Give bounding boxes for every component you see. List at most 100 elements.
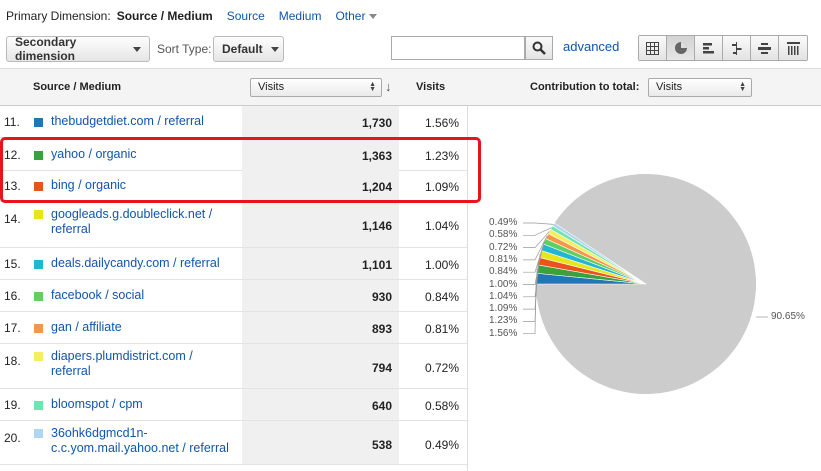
source-medium-link[interactable]: gan / affiliate (51, 320, 241, 335)
table-row: 17. gan / affiliate 893 0.81% (0, 312, 467, 344)
search-input[interactable] (391, 36, 525, 60)
metric-select-value: Visits (258, 81, 285, 93)
secondary-dimension-button[interactable]: Secondary dimension (6, 35, 150, 63)
source-medium-line2: referral (51, 364, 91, 378)
sort-type-label: Sort Type: (157, 42, 212, 56)
primary-dimension-selected: Source / Medium (116, 9, 213, 23)
view-toggle-group (638, 35, 808, 61)
source-medium-link[interactable]: googleads.g.doubleclick.net / referral (51, 207, 241, 237)
pie-slice-label: 0.58% (489, 229, 518, 241)
table-view-button[interactable] (639, 36, 667, 60)
legend-swatch (34, 210, 43, 219)
table-row: 14. googleads.g.doubleclick.net / referr… (0, 202, 467, 248)
sort-descending-icon[interactable]: ↓ (385, 79, 392, 94)
primary-dimension-source-link[interactable]: Source (227, 9, 265, 23)
pivot-view-button[interactable] (779, 36, 807, 60)
search-button[interactable] (525, 36, 553, 60)
source-medium-link[interactable]: 36ohk6dgmcd1n- c.c.yom.mail.yahoo.net / … (51, 426, 241, 456)
primary-dimension-medium-link[interactable]: Medium (279, 9, 322, 23)
other-label: Other (335, 9, 366, 23)
visits-value: 1,730 (361, 116, 392, 130)
row-number: 20. (4, 431, 21, 445)
comparison-icon (732, 41, 742, 55)
highlight-annotation (0, 137, 481, 203)
contribution-select[interactable]: Visits ▲ ▼ (648, 78, 752, 97)
source-medium-link[interactable]: bloomspot / cpm (51, 397, 241, 412)
table-row: 18. diapers.plumdistrict.com / referral … (0, 344, 467, 389)
pie-slice-label: 0.72% (489, 241, 518, 253)
source-medium-line1: diapers.plumdistrict.com / (51, 349, 193, 363)
table-row: 16. facebook / social 930 0.84% (0, 280, 467, 312)
table-row: 15. deals.dailycandy.com / referral 1,10… (0, 248, 467, 280)
pie-slice-label: 1.09% (489, 303, 518, 315)
visits-value: 893 (371, 322, 392, 336)
visits-percent: 1.56% (424, 116, 459, 130)
row-number: 16. (4, 289, 21, 303)
visits-value: 1,101 (361, 258, 392, 272)
visits-value: 538 (371, 438, 392, 452)
legend-swatch (34, 324, 43, 333)
legend-swatch (34, 352, 43, 361)
table-row: 20. 36ohk6dgmcd1n- c.c.yom.mail.yahoo.ne… (0, 421, 467, 465)
legend-swatch (34, 401, 43, 410)
pie-slice-label: 0.49% (489, 217, 518, 228)
pie-leader-line (523, 278, 537, 335)
pie-leader-line (523, 222, 554, 225)
bar-chart-icon (703, 42, 714, 53)
pie-view-button[interactable] (667, 36, 695, 60)
table-header: Source / Medium Visits ▲ ▼ ↓ Visits Contr… (0, 68, 821, 106)
visits-percent: 0.84% (424, 290, 459, 304)
source-medium-line1: googleads.g.doubleclick.net / (51, 207, 213, 221)
row-number: 15. (4, 257, 21, 271)
chevron-down-icon (369, 13, 378, 19)
primary-dimension-label: Primary Dimension: (6, 9, 111, 23)
contribution-label: Contribution to total: (530, 81, 640, 93)
source-medium-link[interactable]: facebook / social (51, 288, 241, 303)
pie-slice-label: 0.81% (489, 253, 518, 265)
grid-icon (646, 41, 659, 55)
comparison-view-button[interactable] (723, 36, 751, 60)
sort-type-dropdown[interactable]: Default (213, 36, 284, 62)
visits-percent: 0.58% (424, 399, 459, 413)
primary-dimension-other-menu[interactable]: Other (335, 9, 378, 23)
visits-value: 794 (371, 361, 392, 375)
pie-slice-label: 1.00% (489, 278, 518, 290)
up-down-arrows-icon: ▲ ▼ (739, 81, 746, 93)
metric-select[interactable]: Visits ▲ ▼ (250, 78, 382, 97)
up-down-arrows-icon: ▲ ▼ (369, 81, 376, 93)
pie-chart (523, 173, 768, 394)
row-number: 11. (4, 115, 20, 129)
table-row: 11. thebudgetdiet.com / referral 1,730 1… (0, 106, 467, 138)
term-cloud-view-button[interactable] (751, 36, 779, 60)
chevron-down-icon (133, 46, 141, 52)
pie-slice-label: 0.84% (489, 266, 518, 278)
legend-swatch (34, 429, 43, 438)
source-medium-line2: referral (51, 222, 91, 236)
sort-type-value: Default (222, 42, 263, 56)
term-cloud-icon (758, 42, 771, 54)
source-medium-line1: thebudgetdiet.com / referral (51, 114, 204, 128)
pie-slice-label: 1.04% (489, 290, 518, 302)
source-medium-line1: 36ohk6dgmcd1n- (51, 426, 148, 440)
visits-percent: 1.04% (424, 219, 459, 233)
contribution-select-value: Visits (656, 81, 683, 93)
row-number: 19. (4, 398, 21, 412)
pie-slice-label: 1.23% (489, 315, 518, 327)
visits-value: 930 (371, 290, 392, 304)
source-medium-line1: facebook / social (51, 288, 145, 302)
visits-percent: 1.00% (424, 258, 459, 272)
source-medium-link[interactable]: diapers.plumdistrict.com / referral (51, 349, 241, 379)
bar-view-button[interactable] (695, 36, 723, 60)
source-medium-link[interactable]: thebudgetdiet.com / referral (51, 114, 241, 129)
source-medium-column-header[interactable]: Source / Medium (33, 81, 121, 93)
visits-percent: 0.49% (424, 438, 459, 452)
primary-dimension-bar: Primary Dimension: Source / Medium Sourc… (6, 8, 378, 24)
row-number: 17. (4, 321, 21, 335)
source-medium-line1: bloomspot / cpm (51, 397, 143, 411)
visits-column-header[interactable]: Visits (416, 81, 445, 93)
row-number: 18. (4, 354, 21, 368)
pivot-icon (786, 41, 800, 55)
source-medium-link[interactable]: deals.dailycandy.com / referral (51, 256, 241, 271)
source-medium-line1: gan / affiliate (51, 320, 122, 334)
advanced-filter-link[interactable]: advanced (563, 39, 619, 54)
